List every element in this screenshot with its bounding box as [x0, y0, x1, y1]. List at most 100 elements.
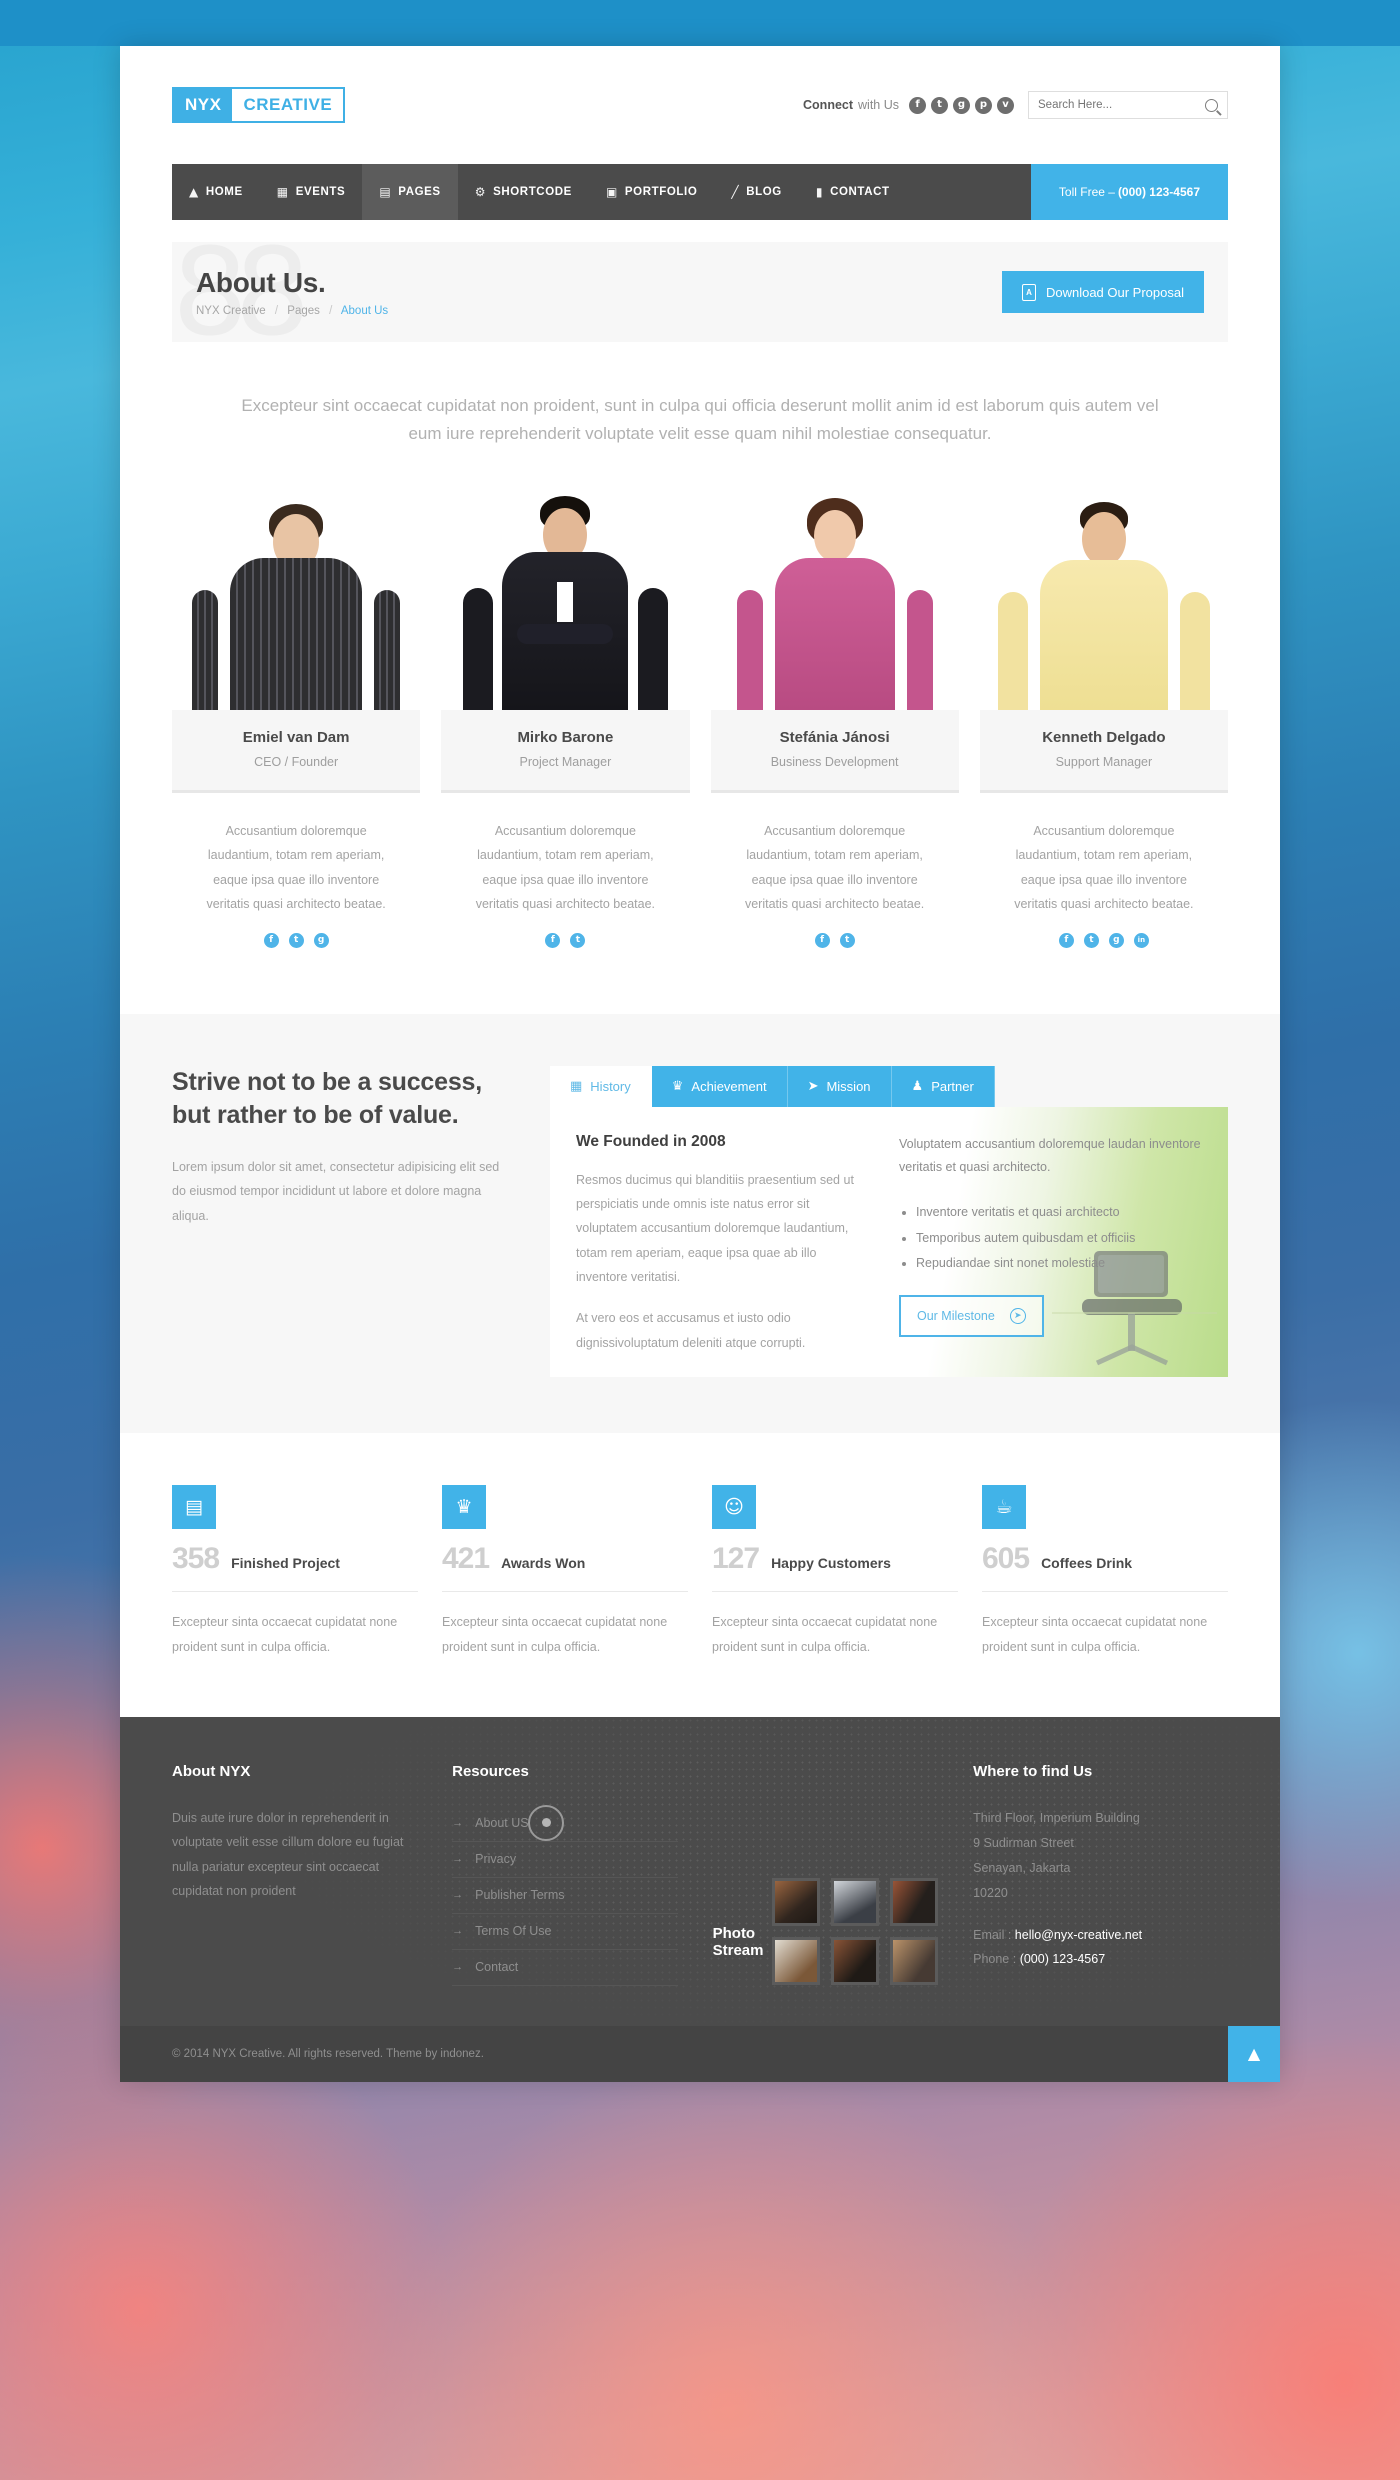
arrow-right-icon: → [452, 1888, 464, 1901]
tab-label-achievement: Achievement [691, 1078, 767, 1094]
back-to-top-button[interactable]: ▲ [1228, 2025, 1280, 2082]
connect-label-bold: Connect [803, 98, 854, 112]
our-milestone-button[interactable]: Our Milestone ➤ [899, 1294, 1044, 1337]
search-box[interactable] [1028, 91, 1228, 119]
team-member-photo [979, 488, 1228, 711]
twitter-icon[interactable]: t [839, 932, 855, 948]
stat-text: Excepteur sinta occaecat cupidatat none … [172, 1615, 398, 1654]
google-plus-icon[interactable]: g [313, 932, 329, 948]
site-header: NYX CREATIVE Connect with Us f t g p v [120, 46, 1280, 164]
stat-number: 605 [982, 1542, 1030, 1576]
stat-card: ☕ 605 Coffees Drink Excepteur sinta occa… [982, 1485, 1228, 1659]
about-tabs-section: Strive not to be a success, but rather t… [120, 1013, 1280, 1434]
photo-thumb-1[interactable] [772, 1877, 821, 1926]
photo-thumb-5[interactable] [831, 1936, 880, 1985]
toll-free-label: Toll Free – [1058, 185, 1115, 199]
search-input[interactable] [1038, 99, 1205, 111]
photo-thumb-6[interactable] [890, 1936, 939, 1985]
bullet-item: Temporibus autem quibusdam et officiis [916, 1226, 1202, 1252]
twitter-icon[interactable]: t [288, 932, 304, 948]
tab-history[interactable]: ▦ History [550, 1065, 652, 1107]
pinterest-icon[interactable]: p [975, 96, 992, 114]
breadcrumb-parent[interactable]: Pages [287, 305, 320, 317]
arrow-right-icon: → [452, 1852, 464, 1865]
tab-partner[interactable]: ♟ Partner [891, 1065, 995, 1107]
facebook-icon[interactable]: f [263, 932, 279, 948]
download-proposal-button[interactable]: A Download Our Proposal [1001, 271, 1204, 313]
photo-thumb-2[interactable] [831, 1877, 880, 1926]
nav-item-portfolio[interactable]: ▣ PORTFOLIO [589, 164, 714, 220]
team-member-nameplate: Emiel van Dam CEO / Founder [172, 710, 421, 794]
footer-link-contact[interactable]: → Contact [452, 1950, 678, 1986]
google-plus-icon[interactable]: g [1108, 932, 1124, 948]
search-icon[interactable] [1205, 98, 1218, 112]
footer-link-publisher-terms[interactable]: → Publisher Terms [452, 1878, 678, 1914]
stat-text: Excepteur sinta occaecat cupidatat none … [442, 1615, 668, 1654]
team-member-description: Accusantium doloremque laudantium, totam… [206, 824, 386, 912]
breadcrumb-separator: / [274, 305, 279, 317]
team-member-nameplate: Mirko Barone Project Manager [441, 710, 690, 794]
breadcrumb-root[interactable]: NYX Creative [196, 305, 266, 317]
linkedin-icon[interactable]: in [1133, 932, 1149, 948]
footer-email-value[interactable]: hello@nyx-creative.net [1015, 1928, 1142, 1942]
connect-label-rest: with Us [858, 98, 899, 112]
breadcrumb: NYX Creative / Pages / About Us [196, 305, 388, 317]
tab-panel-heading: We Founded in 2008 [576, 1132, 726, 1150]
team-member-photo [441, 488, 690, 711]
tab-panel-paragraph-1: Resmos ducimus qui blanditiis praesentiu… [576, 1172, 854, 1285]
copyright-text: © 2014 NYX Creative. All rights reserved… [172, 2047, 484, 2060]
address-line: Third Floor, Imperium Building [973, 1810, 1140, 1825]
address-line: Senayan, Jakarta [973, 1860, 1071, 1875]
breadcrumb-separator: / [329, 305, 333, 317]
stat-card: ☺ 127 Happy Customers Excepteur sinta oc… [712, 1485, 958, 1659]
google-plus-icon[interactable]: g [953, 96, 970, 114]
page-title: About Us. [196, 267, 326, 298]
facebook-icon[interactable]: f [545, 932, 561, 948]
nav-item-blog[interactable]: ╱ BLOG [714, 164, 798, 220]
tab-achievement[interactable]: ♛ Achievement [651, 1065, 788, 1107]
team-member-name: Kenneth Delgado [1042, 729, 1166, 747]
footer-photostream-heading: Photo Stream [712, 1924, 764, 1959]
toll-free-banner[interactable]: Toll Free – (000) 123-4567 [1030, 164, 1228, 220]
footer-link-about-us[interactable]: → About US [452, 1806, 678, 1842]
vimeo-icon[interactable]: v [997, 96, 1014, 114]
stat-card: ▤ 358 Finished Project Excepteur sinta o… [172, 1485, 418, 1659]
photo-thumb-3[interactable] [890, 1877, 939, 1926]
nav-item-events[interactable]: ▦ EVENTS [260, 164, 363, 220]
team-member-role: Business Development [770, 755, 899, 770]
footer-link-privacy[interactable]: → Privacy [452, 1842, 678, 1878]
nav-item-home[interactable]: ▲ HOME [172, 164, 260, 220]
twitter-icon[interactable]: t [570, 932, 586, 948]
footer-resources-column: Resources → About US → Privacy → Publish… [452, 1763, 678, 1986]
briefcase-icon: ▤ [172, 1485, 216, 1530]
twitter-icon[interactable]: t [1083, 932, 1099, 948]
site-footer: About NYX Duis aute irure dolor in repre… [120, 1716, 1280, 2026]
nav-item-pages[interactable]: ▤ PAGES [362, 164, 458, 220]
nav-item-contact[interactable]: ▮ CONTACT [799, 164, 907, 220]
twitter-icon[interactable]: t [931, 96, 948, 114]
footer-photostream-column: Photo Stream [713, 1763, 939, 1985]
title-and-breadcrumb: About Us. NYX Creative / Pages / About U… [196, 267, 388, 317]
facebook-icon[interactable]: f [1058, 932, 1074, 948]
stat-label: Happy Customers [771, 1555, 891, 1572]
facebook-icon[interactable]: f [909, 96, 926, 114]
team-member-nameplate: Kenneth Delgado Support Manager [979, 710, 1228, 794]
team-member-description: Accusantium doloremque laudantium, totam… [475, 824, 656, 912]
tab-label-partner: Partner [931, 1078, 974, 1094]
tab-label-history: History [590, 1078, 631, 1094]
facebook-icon[interactable]: f [814, 932, 830, 948]
tab-mission[interactable]: ➤ Mission [787, 1065, 892, 1107]
photo-thumb-4[interactable] [772, 1936, 821, 1985]
team-member-role: CEO / Founder [254, 755, 339, 770]
site-logo[interactable]: NYX CREATIVE [172, 87, 346, 123]
copyright-bar: © 2014 NYX Creative. All rights reserved… [120, 2025, 1280, 2082]
footer-location-heading: Where to find Us [973, 1762, 1093, 1780]
bullet-item: Repudiandae sint nonet molestiae [916, 1251, 1202, 1277]
footer-link-terms-of-use[interactable]: → Terms Of Use [452, 1914, 678, 1950]
stat-label: Coffees Drink [1041, 1555, 1133, 1572]
stat-number: 421 [442, 1542, 490, 1576]
document-icon: ▤ [379, 185, 392, 199]
chevron-up-icon: ▲ [1247, 2044, 1261, 2064]
nav-item-shortcode[interactable]: ⚙ SHORTCODE [458, 164, 589, 220]
tab-panel-right: Voluptatem accusantium doloremque laudan… [889, 1107, 1228, 1378]
